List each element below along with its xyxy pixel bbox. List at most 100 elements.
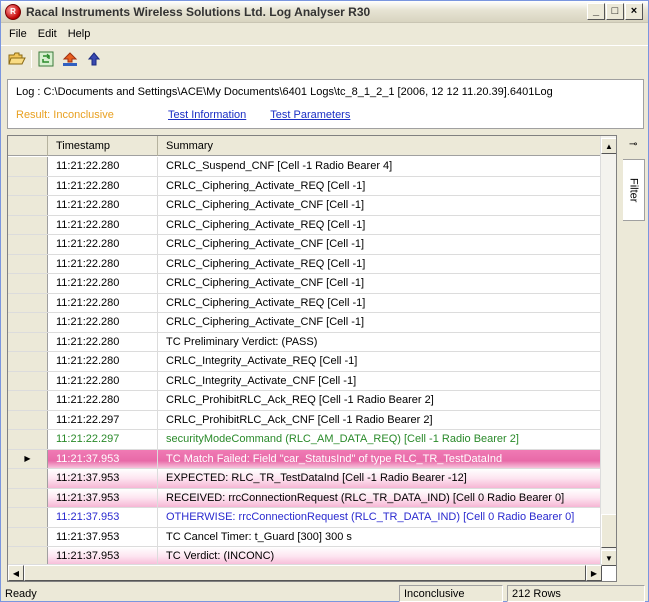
row-selector[interactable] [8,176,48,195]
table-row[interactable]: 11:21:22.280 CRLC_Ciphering_Activate_CNF … [8,235,602,255]
row-selector[interactable] [8,527,48,546]
row-selector[interactable] [8,235,48,254]
row-selector[interactable] [8,547,48,566]
row-selector[interactable] [8,508,48,527]
title-bar[interactable]: R Racal Instruments Wireless Solutions L… [1,1,648,23]
timestamp-cell: 11:21:22.280 [48,332,158,351]
table-row[interactable]: 11:21:22.280 CRLC_Ciphering_Activate_REQ … [8,215,602,235]
row-selector[interactable] [8,352,48,371]
row-selector[interactable] [8,488,48,507]
timestamp-cell: 11:21:22.280 [48,352,158,371]
column-header-summary[interactable]: Summary [158,136,602,156]
timestamp-cell: 11:21:22.280 [48,274,158,293]
summary-cell: CRLC_Ciphering_Activate_CNF [Cell -1] [166,238,365,251]
upload-icon[interactable] [60,49,80,69]
log-path-label: Log : C:\Documents and Settings\ACE\My D… [16,86,553,98]
up-arrow-icon[interactable] [84,49,104,69]
summary-cell: CRLC_Integrity_Activate_REQ [Cell -1] [166,355,358,368]
app-window: R Racal Instruments Wireless Solutions L… [0,0,649,602]
table-row[interactable]: 11:21:37.953 RECEIVED: rrcConnectionReque… [8,488,602,508]
pin-icon[interactable]: ⊸ [629,139,637,150]
maximize-button[interactable]: □ [606,3,624,20]
vertical-scroll-thumb[interactable] [601,514,616,548]
horizontal-scrollbar[interactable]: ◀ ▶ [8,564,602,581]
app-logo-icon[interactable]: R [5,3,21,20]
table-row[interactable]: 11:21:22.297 securityModeCommand (RLC_AM_… [8,430,602,450]
menu-help[interactable]: Help [64,28,98,40]
row-selector[interactable] [8,254,48,273]
filter-tab[interactable]: Filter [623,159,645,221]
summary-cell: EXPECTED: RLC_TR_TestDataInd [Cell -1 Ra… [158,469,602,488]
timestamp-cell: 11:21:22.280 [48,176,158,195]
timestamp-cell: 11:21:22.280 [48,371,158,390]
table-row[interactable]: 11:21:22.280 CRLC_Ciphering_Activate_CNF … [8,196,602,216]
timestamp-cell: 11:21:37.953 [48,508,158,527]
vertical-scrollbar[interactable]: ▲ ▼ [600,136,616,566]
table-row[interactable]: 11:21:22.280 CRLC_Ciphering_Activate_CNF … [8,313,602,333]
row-selector[interactable] [8,469,48,488]
menu-file[interactable]: File [5,28,34,40]
test-parameters-link[interactable]: Test Parameters [270,109,350,121]
row-selector[interactable] [8,293,48,312]
menu-bar: File Edit Help [1,24,648,44]
column-header-timestamp[interactable]: Timestamp [48,136,158,156]
scroll-up-button[interactable]: ▲ [601,138,616,154]
status-verdict: Inconclusive [399,585,503,602]
table-row[interactable]: 11:21:22.280 CRLC_Integrity_Activate_REQ … [8,352,602,372]
table-row[interactable]: ▶ 11:21:37.953 TC Match Failed: Field "car… [8,449,602,469]
grid-header: Timestamp Summary [8,136,602,156]
timestamp-cell: 11:21:37.953 [48,469,158,488]
minimize-button[interactable]: _ [587,3,605,20]
summary-cell: CRLC_Ciphering_Activate_REQ [Cell -1] [166,296,366,309]
table-row[interactable]: 11:21:37.953 EXPECTED: RLC_TR_TestDataInd… [8,469,602,489]
summary-cell: CRLC_ProhibitRLC_Ack_REQ [Cell -1 Radio … [166,394,434,407]
timestamp-cell: 11:21:22.280 [48,235,158,254]
horizontal-scroll-thumb[interactable] [24,565,586,581]
row-selector[interactable] [8,157,48,176]
scroll-down-button[interactable]: ▼ [601,550,616,566]
scroll-left-button[interactable]: ◀ [8,565,24,581]
row-selector[interactable] [8,391,48,410]
row-selector[interactable] [8,410,48,429]
table-row[interactable]: 11:21:22.280 CRLC_Integrity_Activate_CNF … [8,371,602,391]
summary-cell: RECEIVED: rrcConnectionRequest (RLC_TR_D… [158,488,602,507]
table-row[interactable]: 11:21:37.953 OTHERWISE: rrcConnectionRequ… [8,508,602,528]
summary-cell: OTHERWISE: rrcConnectionRequest (RLC_TR_… [166,511,575,524]
status-ready: Ready [5,587,37,600]
summary-cell: CRLC_ProhibitRLC_Ack_CNF [Cell -1 Radio … [166,413,433,426]
timestamp-cell: 11:21:37.953 [48,488,158,507]
row-selector[interactable] [8,196,48,215]
row-selector[interactable] [8,332,48,351]
test-information-link[interactable]: Test Information [168,109,246,121]
summary-cell: CRLC_Ciphering_Activate_REQ [Cell -1] [166,179,366,192]
row-selector[interactable] [8,274,48,293]
table-row[interactable]: 11:21:22.280 CRLC_Ciphering_Activate_REQ … [8,176,602,196]
open-folder-icon[interactable] [7,49,27,69]
refresh-icon[interactable] [36,49,56,69]
table-row[interactable]: 11:21:22.280 CRLC_Ciphering_Activate_REQ … [8,293,602,313]
summary-cell: TC Cancel Timer: t_Guard [300] 300 s [166,530,352,543]
row-selector[interactable] [8,371,48,390]
row-selector[interactable] [8,430,48,449]
table-row[interactable]: 11:21:37.953 TC Cancel Timer: t_Guard [30… [8,527,602,547]
row-selector[interactable]: ▶ [8,449,48,468]
table-row[interactable]: 11:21:22.297 CRLC_ProhibitRLC_Ack_CNF [Ce… [8,410,602,430]
timestamp-cell: 11:21:37.953 [48,547,158,566]
row-selector-header[interactable] [8,136,48,156]
timestamp-cell: 11:21:22.280 [48,313,158,332]
table-row[interactable]: 11:21:22.280 CRLC_Suspend_CNF [Cell -1 Ra… [8,157,602,177]
table-row[interactable]: 11:21:22.280 TC Preliminary Verdict: (PAS… [8,332,602,352]
menu-edit[interactable]: Edit [34,28,64,40]
timestamp-cell: 11:21:22.280 [48,254,158,273]
summary-cell: CRLC_Suspend_CNF [Cell -1 Radio Bearer 4… [166,160,393,173]
scroll-right-button[interactable]: ▶ [586,565,602,581]
row-selector[interactable] [8,215,48,234]
table-row[interactable]: 11:21:22.280 CRLC_Ciphering_Activate_CNF … [8,274,602,294]
table-row[interactable]: 11:21:22.280 CRLC_Ciphering_Activate_REQ … [8,254,602,274]
summary-cell: CRLC_Ciphering_Activate_CNF [Cell -1] [166,316,365,329]
timestamp-cell: 11:21:22.280 [48,157,158,176]
timestamp-cell: 11:21:22.280 [48,215,158,234]
table-row[interactable]: 11:21:22.280 CRLC_ProhibitRLC_Ack_REQ [Ce… [8,391,602,411]
row-selector[interactable] [8,313,48,332]
close-button[interactable]: × [625,3,643,20]
